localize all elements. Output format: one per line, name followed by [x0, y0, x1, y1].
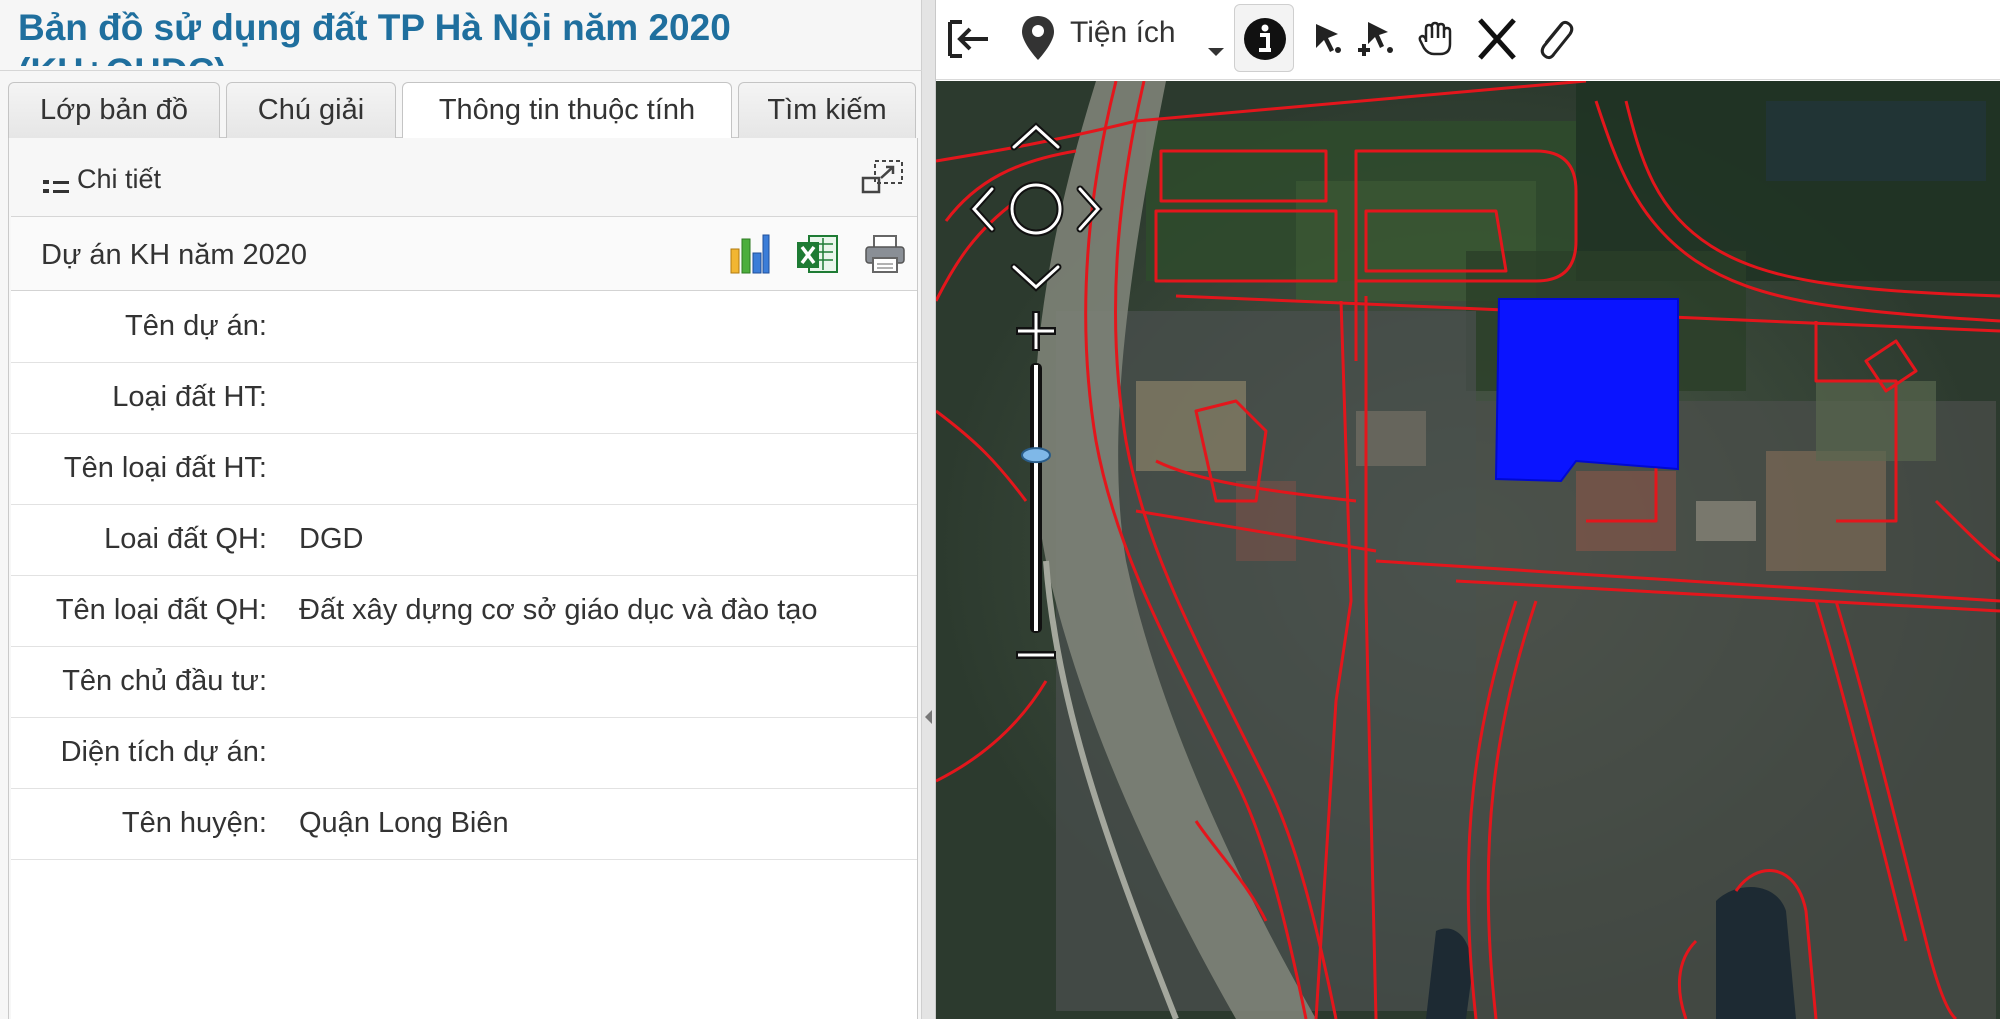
collapse-arrow-icon[interactable]: [925, 710, 932, 724]
info-button[interactable]: [1234, 4, 1294, 72]
select-add-icon[interactable]: [1354, 10, 1398, 68]
row-label: Tên chủ đầu tư:: [62, 665, 267, 697]
detail-bar: Chi tiết: [9, 138, 917, 216]
row-label: Loại đất HT:: [112, 381, 267, 413]
map-navigation-control: [969, 122, 1103, 659]
utilities-menu[interactable]: Tiện ích: [1070, 16, 1176, 50]
expand-icon[interactable]: [861, 158, 905, 196]
table-row: Tên loại đất HT:: [11, 434, 917, 505]
row-label: Tên huyện:: [121, 807, 267, 839]
list-icon: [43, 180, 69, 193]
zoom-slider-handle: [1021, 447, 1051, 464]
attribute-table: Tên dự án: Loại đất HT: Tên loại đất HT:…: [11, 292, 917, 860]
row-label: Loai đất QH:: [104, 523, 267, 555]
excel-icon[interactable]: [795, 233, 839, 275]
pan-left-icon: [969, 185, 996, 233]
clear-icon[interactable]: [1474, 10, 1520, 68]
pan-up-icon: [1010, 122, 1062, 151]
tab-legend[interactable]: Chú giải: [226, 82, 396, 138]
zoom-in-icon: [1016, 311, 1056, 351]
dropdown-icon[interactable]: [1204, 10, 1228, 68]
pin-icon[interactable]: [1016, 10, 1060, 68]
pan-right-icon: [1076, 185, 1103, 233]
attribute-panel: Bản đồ sử dụng đất TP Hà Nội năm 2020 (K…: [0, 0, 922, 1019]
panel-splitter[interactable]: [922, 0, 936, 1019]
title-divider: [0, 70, 922, 71]
info-icon: [1244, 18, 1286, 60]
attribute-box: Dự án KH năm 2020 Tên dự án: Loại đất HT…: [11, 216, 917, 1019]
tab-content: Chi tiết Dự án KH năm 2020 Tên dự án: Lo…: [8, 138, 918, 1019]
row-value: DGD: [299, 523, 364, 555]
tab-search[interactable]: Tìm kiếm: [738, 82, 916, 138]
chart-icon[interactable]: [727, 233, 771, 275]
table-row: Loai đất QH: DGD: [11, 505, 917, 576]
table-row: Diện tích dự án:: [11, 718, 917, 789]
print-icon[interactable]: [863, 233, 907, 275]
tab-attribute-info[interactable]: Thông tin thuộc tính: [402, 82, 732, 139]
pan-hand-icon[interactable]: [1416, 10, 1456, 68]
map-view[interactable]: [936, 81, 2000, 1019]
app-title: Bản đồ sử dụng đất TP Hà Nội năm 2020 (K…: [18, 7, 731, 66]
row-label: Tên loại đất QH:: [55, 594, 267, 626]
exit-icon[interactable]: [944, 10, 994, 68]
detail-label: Chi tiết: [77, 164, 162, 194]
table-row: Loại đất HT:: [11, 363, 917, 434]
tab-bar: Lớp bản đồ Chú giải Thông tin thuộc tính…: [8, 82, 916, 139]
row-label: Tên dự án:: [125, 310, 267, 342]
box-title: Dự án KH năm 2020: [41, 239, 308, 271]
box-header: Dự án KH năm 2020: [11, 217, 917, 291]
attach-icon[interactable]: [1532, 10, 1576, 68]
select-point-icon[interactable]: [1308, 10, 1348, 68]
pan-down-icon: [1010, 263, 1062, 292]
table-row: Tên dự án:: [11, 292, 917, 363]
row-label: Tên loại đất HT:: [63, 452, 267, 484]
row-value: Đất xây dựng cơ sở giáo dục và đào tạo: [299, 594, 818, 626]
table-row: Tên chủ đầu tư:: [11, 647, 917, 718]
row-value: Quận Long Biên: [299, 807, 509, 839]
table-row: Tên huyện: Quận Long Biên: [11, 789, 917, 860]
row-label: Diện tích dự án:: [60, 736, 267, 768]
table-row: Tên loại đất QH: Đất xây dựng cơ sở giáo…: [11, 576, 917, 647]
tab-map-layers[interactable]: Lớp bản đồ: [8, 82, 220, 138]
map-toolbar: Tiện ích: [936, 0, 2000, 80]
